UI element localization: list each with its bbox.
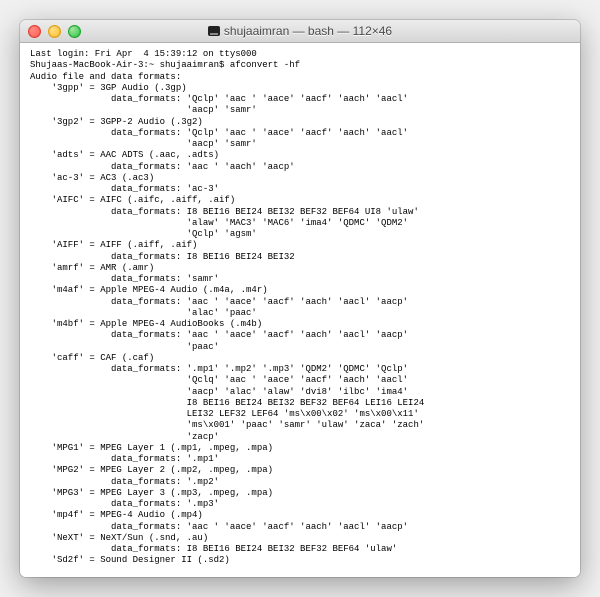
zoom-icon[interactable] [68, 25, 81, 38]
terminal-icon [208, 26, 220, 36]
titlebar[interactable]: shujaaimran — bash — 112×46 [20, 20, 580, 43]
terminal-output[interactable]: Last login: Fri Apr 4 15:39:12 on ttys00… [20, 43, 580, 577]
window-title: shujaaimran — bash — 112×46 [20, 24, 580, 38]
close-icon[interactable] [28, 25, 41, 38]
minimize-icon[interactable] [48, 25, 61, 38]
traffic-lights [28, 25, 81, 38]
window-title-text: shujaaimran — bash — 112×46 [224, 24, 392, 38]
terminal-window: shujaaimran — bash — 112×46 Last login: … [20, 20, 580, 577]
